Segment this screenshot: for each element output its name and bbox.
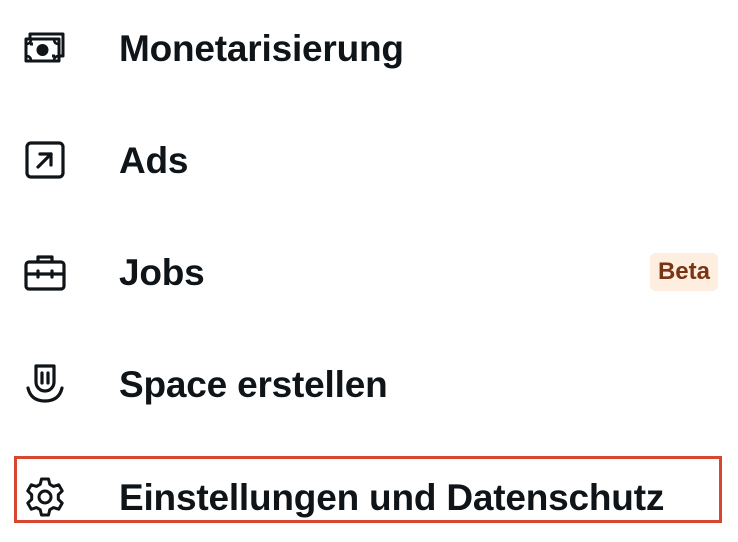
briefcase-icon bbox=[23, 250, 67, 294]
menu-item-jobs[interactable]: Jobs Beta bbox=[0, 227, 738, 317]
menu-item-label: Monetarisierung bbox=[119, 27, 404, 69]
menu-item-ads[interactable]: Ads bbox=[0, 115, 738, 205]
microphone-icon bbox=[23, 362, 67, 406]
money-icon bbox=[23, 26, 67, 70]
menu-item-einstellungen[interactable]: Einstellungen und Datenschutz bbox=[0, 452, 738, 542]
menu-item-monetarisierung[interactable]: Monetarisierung bbox=[0, 3, 738, 93]
menu-item-label: Jobs bbox=[119, 251, 205, 293]
menu-item-space-erstellen[interactable]: Space erstellen bbox=[0, 339, 738, 429]
external-arrow-icon bbox=[23, 138, 67, 182]
gear-icon bbox=[23, 475, 67, 519]
beta-badge: Beta bbox=[649, 253, 718, 291]
menu-item-label: Einstellungen und Datenschutz bbox=[119, 476, 665, 518]
menu-item-label: Ads bbox=[119, 139, 189, 181]
menu-item-label: Space erstellen bbox=[119, 363, 388, 405]
navigation-menu: Monetarisierung Ads Jobs Beta Space erst… bbox=[0, 0, 738, 536]
